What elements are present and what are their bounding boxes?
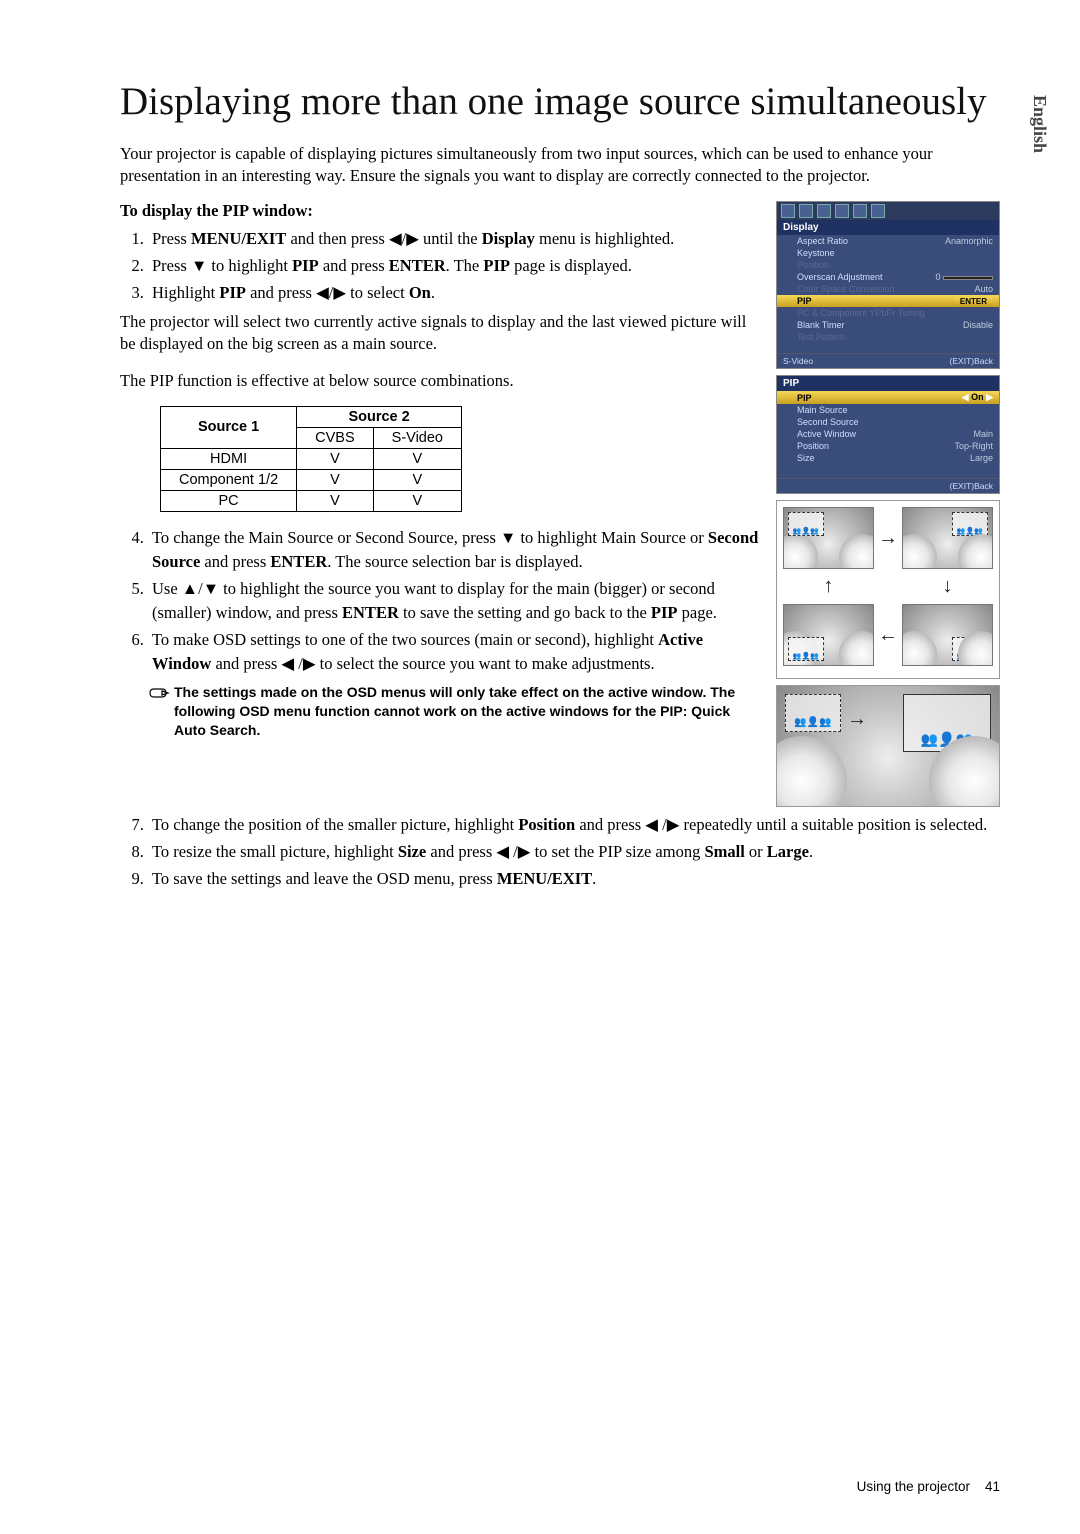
step-3: Highlight PIP and press ◀/▶ to select On… <box>148 281 762 305</box>
enter-badge: ENTER <box>954 297 993 306</box>
osd-row: Test Pattern <box>777 331 999 343</box>
right-arrow-icon: → <box>878 527 898 550</box>
th-source1: Source 1 <box>161 406 297 448</box>
osd-title: Display <box>777 220 999 235</box>
right-arrow-icon: → <box>847 708 867 731</box>
people-icon: 👥👤👥 <box>793 652 819 660</box>
left-arrow-icon: ◀ <box>962 392 969 402</box>
page-footer: Using the projector 41 <box>857 1479 1000 1494</box>
para-active-signals: The projector will select two currently … <box>120 311 762 356</box>
osd-pip-menu: PIP PIP ◀ On ▶ Main Source Second Source… <box>776 375 1000 494</box>
step-1: Press MENU/EXIT and then press ◀/▶ until… <box>148 227 762 251</box>
osd-row: PC & Component YPbPr Tuning <box>777 307 999 319</box>
right-arrow-icon: ▶ <box>986 392 993 402</box>
osd-row: Keystone <box>777 247 999 259</box>
th-svideo: S-Video <box>373 427 461 448</box>
osd-display-menu: Display Aspect RatioAnamorphic Keystone … <box>776 201 1000 369</box>
footer-section-label: Using the projector <box>857 1479 970 1494</box>
background-image: 👥👤👥 → 👥👤👥 <box>777 686 999 806</box>
page-title: Displaying more than one image source si… <box>120 80 1000 125</box>
osd-footer: (EXIT)Back <box>777 478 999 493</box>
thumbnail: 👥👤👥 <box>902 604 993 666</box>
down-arrow-icon: ↓ <box>902 575 993 598</box>
para-combinations: The PIP function is effective at below s… <box>120 370 762 392</box>
step-8: To resize the small picture, highlight S… <box>148 840 1000 864</box>
step-4: To change the Main Source or Second Sour… <box>148 526 762 574</box>
intro-paragraph: Your projector is capable of displaying … <box>120 143 1000 188</box>
osd-row: Blank TimerDisable <box>777 319 999 331</box>
steps-list-c: To change the position of the smaller pi… <box>120 813 1000 891</box>
people-icon: 👥👤👥 <box>957 527 983 535</box>
steps-list-b: To change the Main Source or Second Sour… <box>120 526 762 676</box>
pip-large-box: 👥👤👥 <box>903 694 991 752</box>
tab-icon <box>835 204 849 218</box>
step-6: To make OSD settings to one of the two s… <box>148 628 762 676</box>
th-source2: Source 2 <box>297 406 462 427</box>
table-row: HDMI V V <box>161 448 462 469</box>
tab-icon <box>799 204 813 218</box>
language-tab: English <box>1029 95 1050 153</box>
source-combination-table: Source 1 Source 2 CVBS S-Video HDMI V V … <box>160 406 462 512</box>
people-icon: 👥👤👥 <box>957 652 983 660</box>
osd-row: Color Space ConversionAuto <box>777 283 999 295</box>
step-2: Press ▼ to highlight PIP and press ENTER… <box>148 254 762 278</box>
osd-row: Main Source <box>777 404 999 416</box>
osd-row: Aspect RatioAnamorphic <box>777 235 999 247</box>
osd-tab-icons <box>777 202 999 220</box>
subhead: To display the PIP window: <box>120 201 762 221</box>
th-cvbs: CVBS <box>297 427 374 448</box>
table-row: Component 1/2 V V <box>161 469 462 490</box>
step-5: Use ▲/▼ to highlight the source you want… <box>148 577 762 625</box>
thumbnail: 👥👤👥 <box>783 507 874 569</box>
slider-bar-icon <box>943 276 993 280</box>
hand-point-icon <box>148 685 170 740</box>
people-icon: 👥👤👥 <box>794 718 831 728</box>
osd-title: PIP <box>777 376 999 391</box>
people-icon: 👥👤👥 <box>793 527 819 535</box>
note-text: The settings made on the OSD menus will … <box>174 683 762 740</box>
osd-row: Second Source <box>777 416 999 428</box>
tab-icon <box>817 204 831 218</box>
osd-row: Overscan Adjustment0 <box>777 271 999 283</box>
osd-row: PositionTop-Right <box>777 440 999 452</box>
osd-row: Position <box>777 259 999 271</box>
step-7: To change the position of the smaller pi… <box>148 813 1000 837</box>
thumbnail: 👥👤👥 <box>902 507 993 569</box>
step-9: To save the settings and leave the OSD m… <box>148 867 1000 891</box>
osd-row: Active WindowMain <box>777 428 999 440</box>
page-number: 41 <box>985 1479 1000 1494</box>
osd-footer: S-Video (EXIT)Back <box>777 353 999 368</box>
thumbnail: 👥👤👥 <box>783 604 874 666</box>
note-block: The settings made on the OSD menus will … <box>148 683 762 740</box>
steps-list-a: Press MENU/EXIT and then press ◀/▶ until… <box>120 227 762 305</box>
table-row: PC V V <box>161 490 462 511</box>
up-arrow-icon: ↑ <box>783 575 874 598</box>
left-arrow-icon: ← <box>878 624 898 647</box>
osd-row-highlighted: PIP ◀ On ▶ <box>777 391 999 404</box>
tab-icon <box>853 204 867 218</box>
pip-small-box: 👥👤👥 <box>785 694 841 732</box>
people-icon: 👥👤👥 <box>921 734 973 748</box>
tab-icon <box>781 204 795 218</box>
pip-position-diagram: 👥👤👥 → 👥👤👥 ↑ ↓ 👥👤👥 ← 👥👤👥 <box>776 500 1000 679</box>
osd-row-highlighted: PIPENTER <box>777 295 999 307</box>
osd-row: SizeLarge <box>777 452 999 464</box>
tab-icon <box>871 204 885 218</box>
pip-size-diagram: 👥👤👥 → 👥👤👥 <box>776 685 1000 807</box>
